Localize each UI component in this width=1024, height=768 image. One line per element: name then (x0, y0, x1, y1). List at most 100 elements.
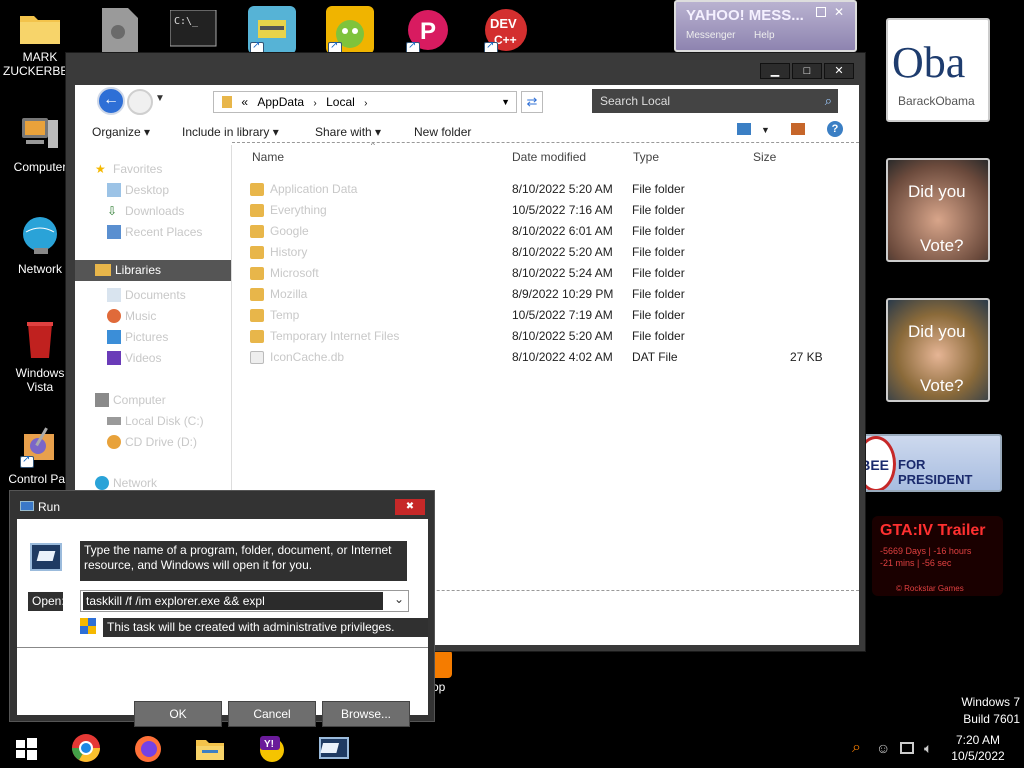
yahoo-sub-help: Help (754, 30, 775, 41)
column-header-date[interactable]: Date modified (512, 150, 586, 164)
nav-recent-places[interactable]: Recent Places (107, 222, 202, 242)
folder-icon (250, 288, 264, 301)
close-icon[interactable]: ✕ (834, 5, 844, 19)
volume-tray-icon[interactable]: 🔈︎ (924, 740, 940, 756)
settings-file-icon[interactable] (96, 6, 144, 54)
change-view-icon[interactable] (737, 123, 751, 135)
nav-downloads[interactable]: ⇩ Downloads (107, 201, 185, 221)
nav-cd-drive[interactable]: CD Drive (D:) (107, 432, 197, 452)
minimize-button[interactable]: ▁ (760, 63, 790, 79)
ok-button[interactable]: OK (134, 701, 222, 727)
obama-gadget[interactable]: Oba BarackObama (886, 18, 990, 122)
cmd-icon[interactable]: C:\_ (169, 9, 218, 58)
file-row[interactable]: Temp 10/5/2022 7:19 AM File folder (250, 305, 830, 326)
column-header-type[interactable]: Type (633, 150, 659, 164)
file-date: 8/9/2022 10:29 PM (512, 287, 614, 301)
open-dropdown-chevron-icon[interactable]: ⌄ (394, 592, 404, 606)
nav-pictures[interactable]: Pictures (107, 327, 168, 347)
search-box[interactable]: Search Local ⌕ (592, 89, 838, 113)
back-button[interactable]: ← (97, 87, 125, 115)
file-row[interactable]: Google 8/10/2022 6:01 AM File folder (250, 221, 830, 242)
file-icon (250, 351, 264, 364)
did-you-vote-gadget-1[interactable]: Did you Vote? (886, 158, 990, 262)
file-name: Application Data (270, 182, 358, 196)
folder-icon (250, 183, 264, 196)
gta-iv-trailer-gadget[interactable]: GTA:IV Trailer -5669 Days | -16 hours -2… (872, 516, 1003, 596)
did-you-vote-gadget-2[interactable]: Did you Vote? (886, 298, 990, 402)
nav-favorites[interactable]: ★ Favorites (95, 159, 162, 179)
file-row[interactable]: Application Data 8/10/2022 5:20 AM File fo… (250, 179, 830, 200)
file-name: Temporary Internet Files (270, 329, 400, 343)
nav-desktop[interactable]: Desktop (107, 180, 169, 200)
breadcrumb-separator-icon[interactable]: › (364, 98, 367, 109)
run-dialog[interactable]: Run ✖ Type the name of a program, folder… (9, 490, 435, 727)
address-bar[interactable]: « AppData › Local › ▼ (213, 91, 517, 113)
pictures-icon (107, 330, 121, 344)
minimize-icon[interactable] (816, 7, 826, 17)
file-row[interactable]: Temporary Internet Files 8/10/2022 5:20 A… (250, 326, 830, 347)
firefox-taskbar-icon[interactable] (132, 732, 164, 764)
file-row[interactable]: Microsoft 8/10/2022 5:24 AM File folder (250, 263, 830, 284)
nav-computer[interactable]: Computer (95, 390, 166, 410)
run-close-button[interactable]: ✖ (395, 499, 425, 515)
nav-downloads-label: Downloads (125, 204, 185, 218)
nav-local-disk[interactable]: Local Disk (C:) (107, 411, 204, 431)
maximize-button[interactable]: □ (792, 63, 822, 79)
breadcrumb-local[interactable]: Local (326, 95, 355, 109)
folder-icon (250, 330, 264, 343)
dev-cpp-icon[interactable]: DEV C++ (482, 6, 530, 54)
watermark-line1: Windows 7 (961, 695, 1020, 709)
column-header-size[interactable]: Size (753, 150, 776, 164)
column-header-name[interactable]: Name (252, 150, 284, 164)
file-name: History (270, 245, 308, 259)
angry-birds-icon[interactable] (326, 6, 374, 54)
open-combobox[interactable]: taskkill /f /im explorer.exe && expl ⌄ (80, 590, 409, 612)
organize-button[interactable]: Organize ▾ (92, 125, 150, 139)
browse-button[interactable]: Browse... (322, 701, 410, 727)
nav-music[interactable]: Music (107, 306, 156, 326)
file-row[interactable]: IconCache.db 8/10/2022 4:02 AM DAT File 27 … (250, 347, 830, 368)
cancel-button[interactable]: Cancel (228, 701, 316, 727)
include-in-library-button[interactable]: Include in library ▾ (182, 125, 279, 139)
preview-pane-icon[interactable] (791, 123, 805, 135)
app-shortcut-icon[interactable] (248, 6, 296, 54)
file-row[interactable]: Everything 10/5/2022 7:16 AM File folder (250, 200, 830, 221)
nav-videos[interactable]: Videos (107, 348, 161, 368)
start-button[interactable] (10, 732, 42, 764)
command-input[interactable]: taskkill /f /im explorer.exe && expl (83, 592, 383, 610)
yahoo-messenger-taskbar-icon[interactable]: Y! (256, 732, 288, 764)
view-options-chevron-icon[interactable]: ▼ (761, 125, 770, 135)
nav-libraries[interactable]: Libraries (75, 260, 231, 281)
clock[interactable]: 7:20 AM 10/5/2022 (948, 732, 1008, 764)
refresh-button[interactable]: ⇄ (521, 91, 543, 113)
chrome-taskbar-icon[interactable] (70, 732, 102, 764)
run-taskbar-icon[interactable] (318, 732, 350, 764)
share-with-button[interactable]: Share with ▾ (315, 125, 381, 139)
close-button[interactable]: ✕ (824, 63, 854, 79)
forward-button[interactable] (127, 89, 153, 115)
clock-time: 7:20 AM (955, 733, 1001, 747)
file-date: 8/10/2022 6:01 AM (512, 224, 613, 238)
emoji-tray-icon[interactable]: ☺ (876, 740, 892, 756)
file-explorer-taskbar-icon[interactable] (194, 732, 226, 764)
clock-date: 10/5/2022 (951, 749, 1005, 763)
breadcrumb-separator-icon[interactable]: › (313, 98, 316, 109)
file-row[interactable]: Mozilla 8/9/2022 10:29 PM File folder (250, 284, 830, 305)
yahoo-messenger-gadget[interactable]: YAHOO! MESS... Messenger Help ✕ (674, 0, 857, 52)
back-arrow-icon: ← (103, 91, 119, 108)
address-dropdown-icon[interactable]: ▼ (501, 92, 510, 112)
new-folder-button[interactable]: New folder (414, 125, 471, 139)
file-type: File folder (632, 329, 685, 343)
nav-documents[interactable]: Documents (107, 285, 186, 305)
file-row[interactable]: History 8/10/2022 5:20 AM File folder (250, 242, 830, 263)
taskbar: Y! ⌕ ☺ 🔈︎ 7:20 AM 10/5/2022 (0, 728, 1024, 768)
breadcrumb-appdata[interactable]: AppData (257, 95, 304, 109)
huckabee-for-president-gadget[interactable]: BEE FOR PRESIDENT (862, 434, 1002, 492)
file-type: File folder (632, 287, 685, 301)
search-tray-icon[interactable]: ⌕ (852, 740, 868, 756)
help-icon[interactable]: ? (827, 121, 843, 137)
network-tray-icon[interactable] (900, 742, 914, 754)
svg-text:Y!: Y! (264, 739, 274, 750)
paint-app-icon[interactable]: P (404, 6, 452, 54)
recent-pages-chevron-icon[interactable]: ▼ (155, 93, 165, 104)
